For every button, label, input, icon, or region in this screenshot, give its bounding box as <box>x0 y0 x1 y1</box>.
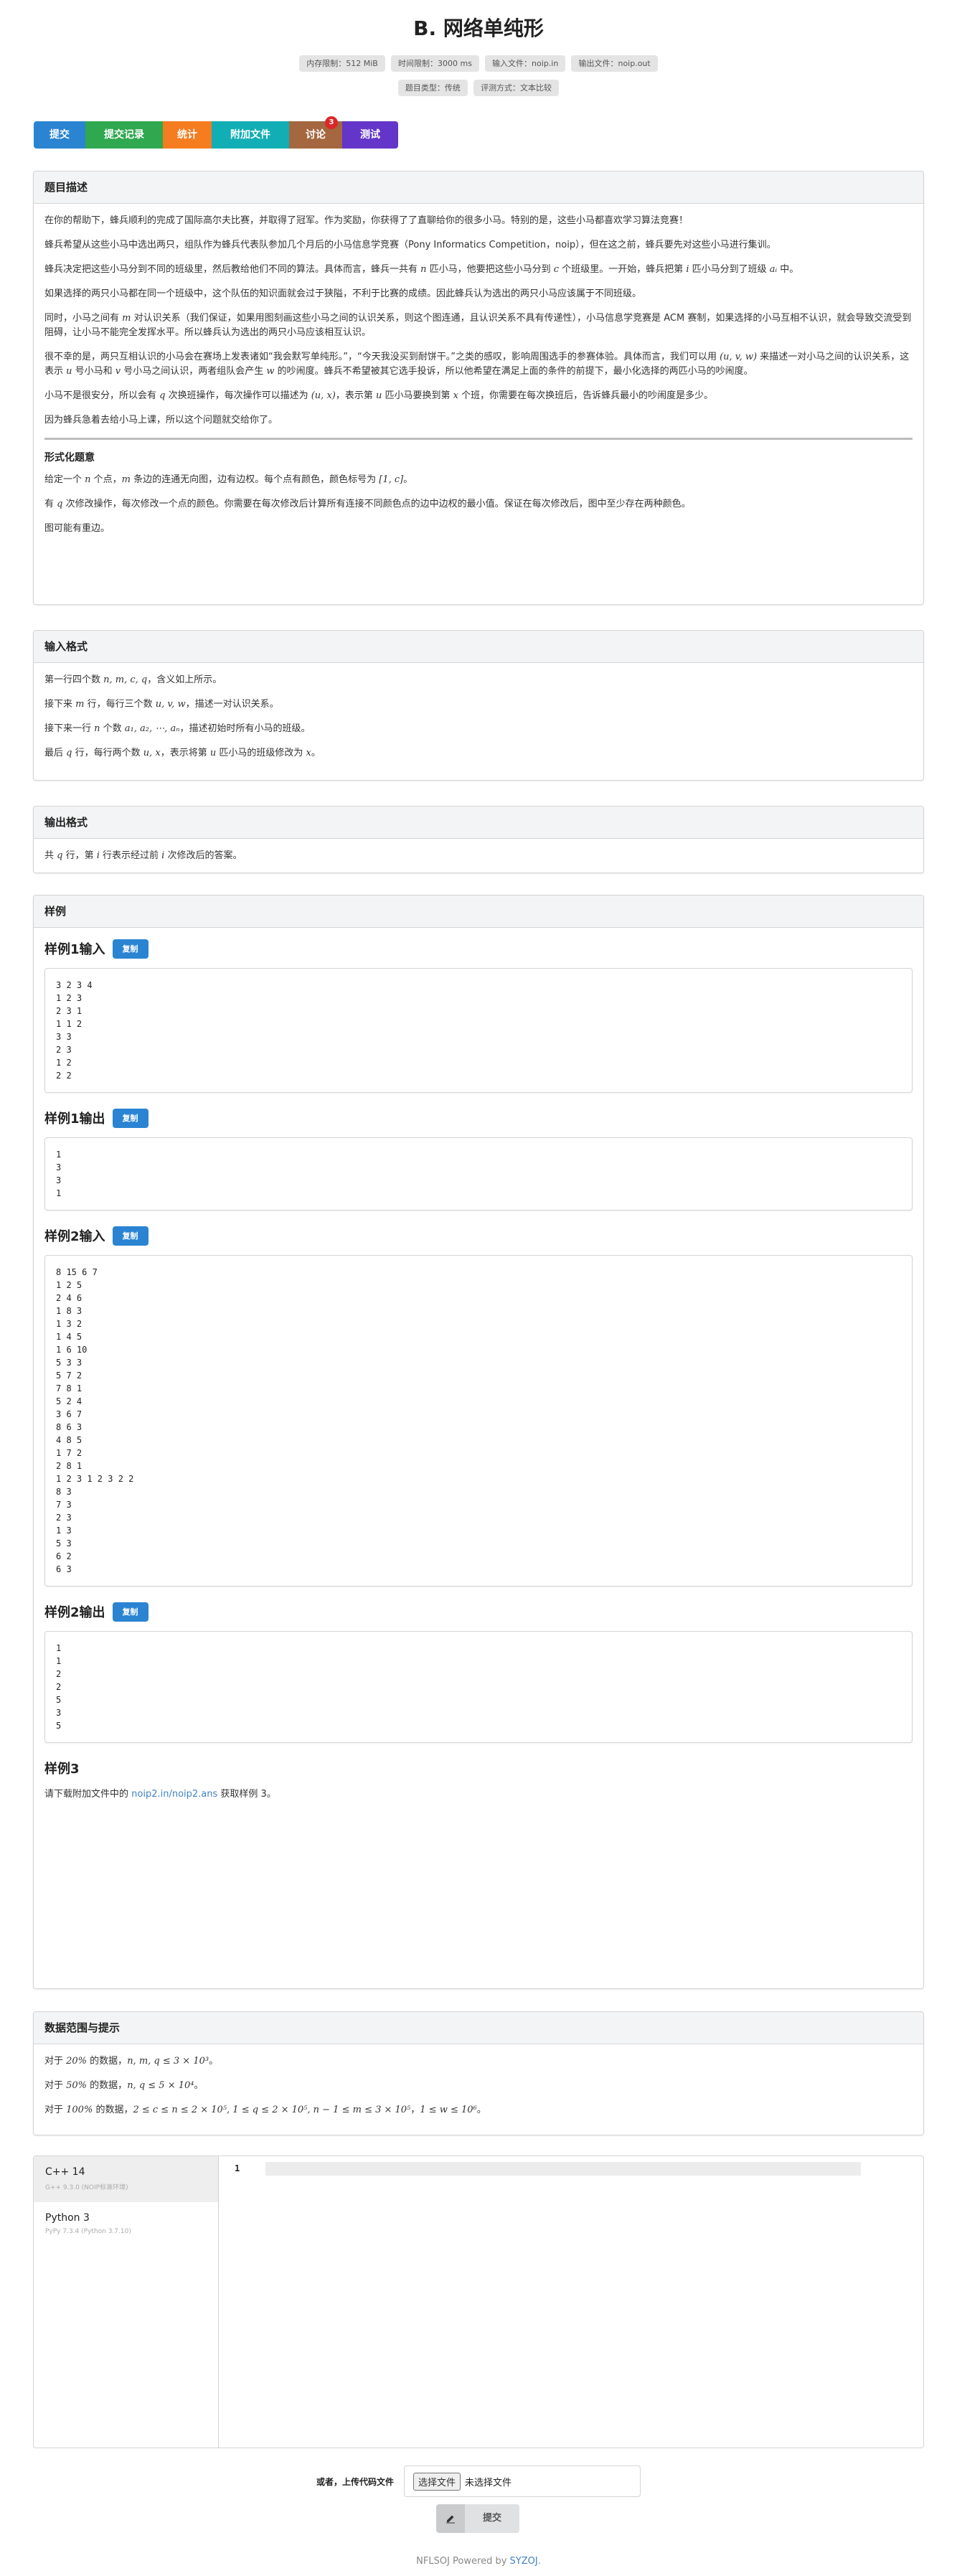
section-heading: 题目描述 <box>34 171 923 204</box>
current-line-highlight <box>265 2162 861 2176</box>
sample-title: 样例3 <box>44 1762 80 1777</box>
submit-code-button[interactable]: 提交 <box>436 2504 519 2533</box>
attachments-button[interactable]: 附加文件 <box>212 121 289 149</box>
page-title: B. 网络单纯形 <box>413 17 544 40</box>
copy-button[interactable]: 复制 <box>112 939 148 959</box>
sample-3-note: 请下载附加文件中的 noip2.in/noip2.ans 获取样例 3。 <box>44 1789 276 1800</box>
constraints-section: 数据范围与提示 对于 20% 的数据，n, m, q ≤ 3 × 10³。 对于… <box>33 2011 924 2135</box>
code-editor-panel: C++ 14 G++ 9.3.0 (NOIP标准环境) Python 3 PyP… <box>33 2156 924 2448</box>
copy-button[interactable]: 复制 <box>112 1602 148 1622</box>
input-file-label: 输入文件：noip.in <box>485 55 566 72</box>
section-heading: 输出格式 <box>34 807 923 839</box>
copy-button[interactable]: 复制 <box>112 1226 148 1246</box>
upload-label: 或者，上传代码文件 <box>316 2476 394 2487</box>
language-version: PyPy 7.3.4 (Python 3.7.10) <box>45 2228 131 2235</box>
file-upload-row: 或者，上传代码文件 选择文件 未选择文件 <box>0 2465 957 2497</box>
section-heading: 数据范围与提示 <box>34 2012 923 2044</box>
sample-header: 样例3 <box>44 1757 913 1779</box>
output-line: 共 q 行，第 i 行表示经过前 i 次修改后的答案。 <box>44 850 242 861</box>
sample-2-output: 1 1 2 2 5 3 5 <box>56 1643 62 1731</box>
sample-1-output: 1 3 3 1 <box>56 1150 62 1198</box>
language-name: Python 3 <box>45 2212 90 2224</box>
output-format-section: 输出格式 共 q 行，第 i 行表示经过前 i 次修改后的答案。 <box>33 806 924 873</box>
desc-paragraph: 同时，小马之间有 m 对认识关系（我们保证，如果用图刻画这些小马之间的认识关系，… <box>44 313 912 338</box>
sample-title: 样例2输入 <box>44 1229 105 1244</box>
limits-row: 内存限制：512 MiB 时间限制：3000 ms 输入文件：noip.in 输… <box>0 55 957 72</box>
constraint-line: 对于 100% 的数据，2 ≤ c ≤ n ≤ 2 × 10⁵, 1 ≤ q ≤… <box>44 2105 486 2115</box>
formal-heading: 形式化题意 <box>44 452 95 464</box>
desc-paragraph: 小马不是很安分，所以会有 q 次换班操作，每次操作可以描述为 (u, x)，表示… <box>44 390 714 401</box>
discussion-button[interactable]: 讨论 3 <box>289 116 342 149</box>
problem-page: B. 网络单纯形 内存限制：512 MiB 时间限制：3000 ms 输入文件：… <box>0 0 957 2576</box>
description-section: 题目描述 在你的帮助下，蜂兵顺利的完成了国际高尔夫比赛，并取得了冠军。作为奖励，… <box>33 171 924 605</box>
desc-paragraph: 如果选择的两只小马都在同一个班级中，这个队伍的知识面就会过于狭隘，不利于比赛的成… <box>44 288 642 299</box>
sample-box: 1 1 2 2 5 3 5 <box>44 1631 913 1743</box>
submissions-button[interactable]: 提交记录 <box>85 121 163 149</box>
constraint-line: 对于 50% 的数据，n, q ≤ 5 × 10⁴。 <box>44 2080 204 2091</box>
type-row: 题目类型：传统 评测方式：文本比较 <box>0 80 957 96</box>
desc-paragraph: 在你的帮助下，蜂兵顺利的完成了国际高尔夫比赛，并取得了冠军。作为奖励，你获得了了… <box>44 215 689 226</box>
desc-paragraph: 蜂兵决定把这些小马分到不同的班级里，然后教给他们不同的算法。具体而言，蜂兵一共有… <box>44 264 799 275</box>
sample-header: 样例1输出 复制 <box>44 1107 913 1129</box>
submit-code-label: 提交 <box>465 2504 519 2533</box>
choose-file-button[interactable]: 选择文件 <box>413 2472 461 2491</box>
sample-title: 样例1输入 <box>44 942 105 957</box>
judge-method-label: 评测方式：文本比较 <box>473 80 560 96</box>
input-line: 第一行四个数 n, m, c, q，含义如上所示。 <box>44 674 222 685</box>
desc-paragraph: 蜂兵希望从这些小马中选出两只，组队作为蜂兵代表队参加几个月后的小马信息学竞赛（P… <box>44 240 776 250</box>
problem-menu: 提交 提交记录 统计 附加文件 讨论 3 测试 <box>34 116 398 149</box>
time-limit-label: 时间限制：3000 ms <box>390 55 479 72</box>
line-number: 1 <box>235 2163 240 2173</box>
file-input: 选择文件 未选择文件 <box>404 2465 641 2497</box>
formal-paragraph: 图可能有重边。 <box>44 523 110 534</box>
sample-box: 1 3 3 1 <box>44 1137 913 1211</box>
input-line: 最后 q 行，每行两个数 u, x，表示将第 u 匹小马的班级修改为 x。 <box>44 748 321 758</box>
sample-title: 样例1输出 <box>44 1111 105 1127</box>
sample-1-input: 3 2 3 4 1 2 3 2 3 1 1 1 2 3 3 2 3 1 2 2 … <box>56 980 93 1081</box>
footer: NFLSOJ Powered by SYZOJ. <box>416 2556 541 2567</box>
syzoj-link[interactable]: SYZOJ <box>510 2556 538 2567</box>
formal-paragraph: 给定一个 n 个点，m 条边的连通无向图，边有边权。每个点有颜色，颜色标号为 [… <box>44 474 413 485</box>
language-option-python3[interactable]: Python 3 PyPy 7.3.4 (Python 3.7.10) <box>34 2202 218 2248</box>
samples-section: 样例 样例1输入 复制 3 2 3 4 1 2 3 2 3 1 1 1 2 3 … <box>33 895 924 1989</box>
desc-paragraph: 很不幸的是，两只互相认识的小马会在赛场上发表诸如“我会默写单纯形。”，“今天我没… <box>44 352 910 377</box>
language-option-cpp14[interactable]: C++ 14 G++ 9.3.0 (NOIP标准环境) <box>34 2156 218 2202</box>
output-file-label: 输出文件：noip.out <box>571 55 658 72</box>
code-input-area[interactable]: 1 <box>219 2156 923 2448</box>
discussion-label: 讨论 <box>306 129 326 141</box>
statistics-button[interactable]: 统计 <box>163 121 212 149</box>
language-name: C++ 14 <box>45 2166 85 2178</box>
test-button[interactable]: 测试 <box>342 121 398 149</box>
divider <box>44 438 913 440</box>
sample-header: 样例2输入 复制 <box>44 1225 913 1246</box>
formal-paragraph: 有 q 次修改操作，每次修改一个点的颜色。你需要在每次修改后计算所有连接不同颜色… <box>44 499 691 509</box>
desc-paragraph: 因为蜂兵急着去给小马上课，所以这个问题就交给你了。 <box>44 415 278 426</box>
copy-button[interactable]: 复制 <box>112 1108 148 1128</box>
memory-limit-label: 内存限制：512 MiB <box>299 55 385 72</box>
constraint-line: 对于 20% 的数据，n, m, q ≤ 3 × 10³。 <box>44 2056 219 2067</box>
input-line: 接下来 m 行，每行三个数 u, v, w，描述一对认识关系。 <box>44 699 279 710</box>
sample-3-link[interactable]: noip2.in/noip2.ans <box>131 1789 217 1800</box>
discussion-count-badge: 3 <box>325 116 338 129</box>
problem-type-label: 题目类型：传统 <box>397 80 468 96</box>
sample-header: 样例1输入 复制 <box>44 938 913 959</box>
submit-button[interactable]: 提交 <box>34 121 85 149</box>
section-heading: 输入格式 <box>34 631 923 663</box>
file-status: 未选择文件 <box>465 2477 512 2488</box>
section-heading: 样例 <box>34 896 923 928</box>
sample-title: 样例2输出 <box>44 1605 105 1620</box>
sample-box: 8 15 6 7 1 2 5 2 4 6 1 8 3 1 3 2 1 4 5 1… <box>44 1255 913 1587</box>
sample-box: 3 2 3 4 1 2 3 2 3 1 1 1 2 3 3 2 3 1 2 2 … <box>44 968 913 1093</box>
language-list: C++ 14 G++ 9.3.0 (NOIP标准环境) Python 3 PyP… <box>34 2156 219 2448</box>
sample-header: 样例2输出 复制 <box>44 1601 913 1622</box>
sample-2-input: 8 15 6 7 1 2 5 2 4 6 1 8 3 1 3 2 1 4 5 1… <box>56 1267 134 1574</box>
input-format-section: 输入格式 第一行四个数 n, m, c, q，含义如上所示。 接下来 m 行，每… <box>33 630 924 781</box>
language-version: G++ 9.3.0 (NOIP标准环境) <box>45 2184 128 2191</box>
edit-icon <box>436 2504 465 2533</box>
input-line: 接下来一行 n 个数 a₁, a₂, ⋯, aₙ，描述初始时所有小马的班级。 <box>44 723 311 734</box>
